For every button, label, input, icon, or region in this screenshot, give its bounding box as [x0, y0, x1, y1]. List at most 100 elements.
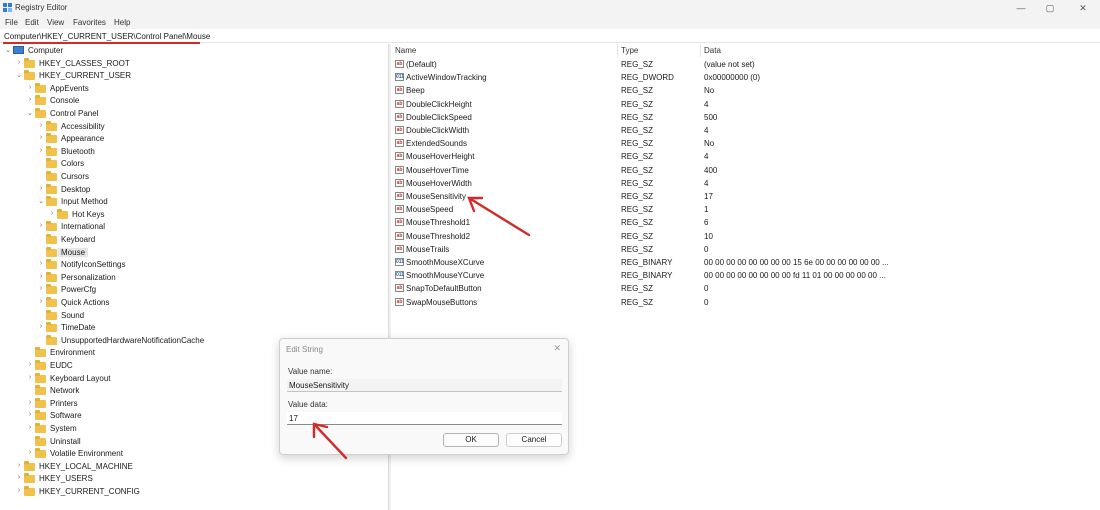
string-value-icon: ab [395, 139, 404, 148]
tree-item-label: NotifyIconSettings [61, 260, 126, 270]
chevron-right-icon[interactable]: › [37, 323, 45, 330]
value-row[interactable]: ab MouseHoverHeight REG_SZ 4 [391, 150, 1100, 163]
column-divider[interactable] [617, 44, 618, 57]
value-row[interactable]: ab DoubleClickWidth REG_SZ 4 [391, 124, 1100, 137]
value-row[interactable]: ab MouseHoverWidth REG_SZ 4 [391, 177, 1100, 190]
value-row[interactable]: ab SnapToDefaultButton REG_SZ 0 [391, 282, 1100, 295]
tree-item-label: Hot Keys [72, 209, 105, 219]
column-header-type[interactable]: Type [621, 46, 638, 55]
menu-view[interactable]: View [47, 18, 64, 27]
tree-item-label: International [61, 222, 106, 232]
tree-item-label: System [50, 424, 77, 433]
maximize-button[interactable]: ▢ [1041, 1, 1059, 15]
chevron-right-icon[interactable]: › [37, 222, 45, 229]
folder-icon [46, 297, 57, 307]
value-row[interactable]: ab MouseSensitivity REG_SZ 17 [391, 190, 1100, 203]
chevron-right-icon[interactable]: › [48, 210, 56, 217]
string-value-icon: ab [395, 112, 404, 121]
chevron-down-icon[interactable]: ⌄ [26, 109, 34, 117]
tree-item-label: Software [50, 411, 82, 421]
chevron-down-icon[interactable]: ⌄ [15, 71, 23, 79]
folder-icon [57, 208, 68, 219]
value-row[interactable]: ab Beep REG_SZ No [391, 84, 1100, 97]
value-data: 10 [704, 231, 713, 241]
chevron-right-icon[interactable]: › [37, 273, 45, 280]
value-row[interactable]: ab DoubleClickSpeed REG_SZ 500 [391, 111, 1100, 124]
chevron-right-icon[interactable]: › [37, 134, 45, 141]
chevron-right-icon[interactable]: › [15, 462, 23, 469]
value-row[interactable]: 011 ActiveWindowTracking REG_DWORD 0x000000… [391, 71, 1100, 84]
value-data: 6 [704, 218, 709, 228]
menu-file[interactable]: File [5, 18, 18, 27]
chevron-right-icon[interactable]: › [37, 147, 45, 154]
chevron-right-icon[interactable]: › [37, 122, 45, 129]
value-type: REG_SZ [621, 152, 654, 162]
value-row[interactable]: ab MouseTrails REG_SZ 0 [391, 243, 1100, 256]
tree-item-label: Input Method [61, 197, 108, 207]
column-header-data[interactable]: Data [704, 46, 721, 55]
value-name: DoubleClickSpeed [406, 112, 472, 122]
folder-icon [46, 158, 57, 169]
dialog-close-icon[interactable]: ✕ [553, 343, 561, 354]
chevron-right-icon[interactable]: › [37, 185, 45, 192]
value-row[interactable]: ab DoubleClickHeight REG_SZ 4 [391, 98, 1100, 111]
value-data: 00 00 00 00 00 00 00 00 15 6e 00 00 00 0… [704, 258, 889, 267]
minimize-button[interactable]: — [1012, 1, 1030, 15]
value-data: No [704, 86, 715, 96]
folder-icon [24, 57, 35, 68]
tree-item-label: Cursors [61, 172, 90, 181]
chevron-right-icon[interactable]: › [15, 59, 23, 66]
chevron-down-icon[interactable]: ⌄ [4, 46, 12, 54]
close-button[interactable]: ✕ [1074, 1, 1092, 15]
chevron-right-icon[interactable]: › [26, 84, 34, 91]
string-value-icon: ab [395, 284, 404, 293]
value-type: REG_SZ [621, 99, 654, 109]
value-row[interactable]: ab ExtendedSounds REG_SZ No [391, 137, 1100, 150]
folder-icon [46, 322, 57, 333]
chevron-right-icon[interactable]: › [26, 449, 34, 456]
chevron-right-icon[interactable]: › [26, 411, 34, 418]
value-row[interactable]: ab (Default) REG_SZ (value not set) [391, 58, 1100, 71]
folder-icon [46, 133, 57, 144]
chevron-right-icon[interactable]: › [26, 424, 34, 431]
value-row[interactable]: ab MouseThreshold2 REG_SZ 10 [391, 230, 1100, 243]
chevron-right-icon[interactable]: › [15, 474, 23, 481]
value-row[interactable]: ab SwapMouseButtons REG_SZ 0 [391, 296, 1100, 309]
value-row[interactable]: ab MouseHoverTime REG_SZ 400 [391, 164, 1100, 177]
menu-favorites[interactable]: Favorites [73, 18, 106, 27]
chevron-right-icon[interactable]: › [37, 260, 45, 267]
value-row[interactable]: 011 SmoothMouseXCurve REG_BINARY 00 00 00 0… [391, 256, 1100, 269]
value-data: No [704, 139, 715, 149]
ok-button[interactable]: OK [443, 433, 499, 447]
menu-edit[interactable]: Edit [25, 18, 39, 27]
menu-help[interactable]: Help [114, 18, 130, 27]
value-data: 0 [704, 284, 709, 294]
cancel-button[interactable]: Cancel [506, 433, 562, 447]
value-row[interactable]: ab MouseThreshold1 REG_SZ 6 [391, 216, 1100, 229]
value-row[interactable]: ab MouseSpeed REG_SZ 1 [391, 203, 1100, 216]
value-name: Beep [406, 86, 425, 96]
value-data-field[interactable] [287, 412, 562, 425]
column-header-name[interactable]: Name [395, 46, 416, 55]
tree-item-label: Printers [50, 398, 78, 408]
value-row[interactable]: 011 SmoothMouseYCurve REG_BINARY 00 00 00 0… [391, 269, 1100, 282]
column-divider[interactable] [700, 44, 701, 57]
chevron-right-icon[interactable]: › [15, 487, 23, 494]
value-name: MouseHoverTime [406, 165, 469, 175]
chevron-right-icon[interactable]: › [26, 374, 34, 381]
chevron-right-icon[interactable]: › [37, 285, 45, 292]
chevron-right-icon[interactable]: › [26, 96, 34, 103]
string-value-icon: ab [395, 192, 404, 200]
address-bar[interactable]: Computer\HKEY_CURRENT_USER\Control Panel… [0, 30, 1100, 44]
chevron-right-icon[interactable]: › [26, 399, 34, 406]
value-type: REG_SZ [621, 139, 654, 149]
folder-icon [35, 360, 46, 370]
chevron-right-icon[interactable]: › [26, 361, 34, 368]
value-name-field[interactable] [287, 379, 562, 392]
address-path[interactable]: Computer\HKEY_CURRENT_USER\Control Panel… [4, 32, 210, 41]
chevron-down-icon[interactable]: ⌄ [37, 197, 45, 205]
tree-item-label: Accessibility [61, 121, 105, 131]
tree-item-label: Uninstall [50, 436, 81, 446]
value-data: 4 [704, 152, 709, 162]
chevron-right-icon[interactable]: › [37, 298, 45, 305]
